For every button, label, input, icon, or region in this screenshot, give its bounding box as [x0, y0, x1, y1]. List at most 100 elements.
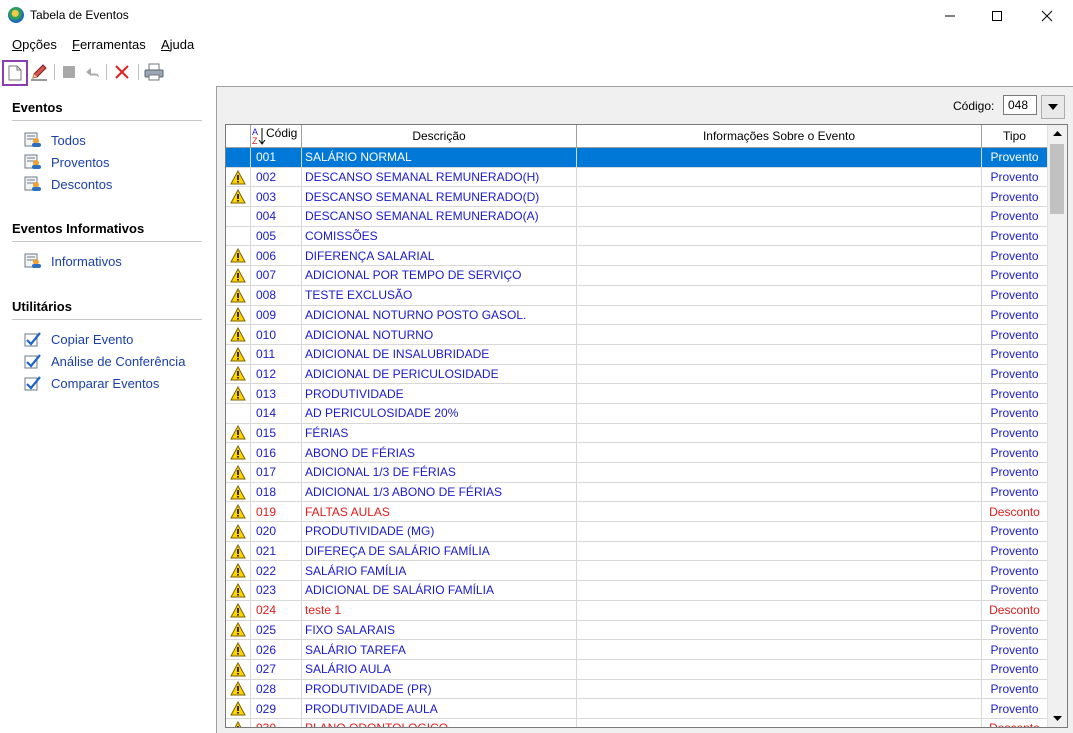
- table-row[interactable]: 008 TESTE EXCLUSÃO Provento: [226, 285, 1048, 306]
- informacoes-cell: [577, 285, 982, 305]
- tipo-cell: Provento: [982, 167, 1048, 187]
- informacoes-cell: [577, 443, 982, 462]
- table-row[interactable]: 029 PRODUTIVIDADE AULA Provento: [226, 699, 1048, 719]
- edit-button[interactable]: [28, 61, 50, 83]
- tipo-cell: Provento: [982, 679, 1048, 699]
- menu-ajuda-mnemonic: A: [161, 37, 170, 52]
- table-body: 001 SALÁRIO NORMAL Provento 002 DESCANSO SEM…: [226, 148, 1048, 727]
- warning-cell: [226, 344, 251, 364]
- tipo-cell: Provento: [982, 482, 1048, 502]
- table-row[interactable]: 025 FIXO SALARAIS Provento: [226, 620, 1048, 641]
- codigo-cell: 009: [251, 305, 302, 325]
- table-row[interactable]: 012 ADICIONAL DE PERICULOSIDADE Provento: [226, 364, 1048, 385]
- table-row[interactable]: 018 ADICIONAL 1/3 ABONO DE FÉRIAS Provento: [226, 482, 1048, 503]
- header-codigo[interactable]: A Z Códig: [251, 125, 302, 147]
- table-row[interactable]: 005 COMISSÕES Provento: [226, 226, 1048, 247]
- tipo-cell: Provento: [982, 246, 1048, 266]
- menu-ferramentas[interactable]: Ferramentas: [72, 37, 146, 52]
- vertical-scrollbar[interactable]: [1047, 125, 1067, 727]
- tipo-cell: Provento: [982, 541, 1048, 561]
- table-row[interactable]: 014 AD PERICULOSIDADE 20% Provento: [226, 403, 1048, 424]
- table-row[interactable]: 027 SALÁRIO AULA Provento: [226, 659, 1048, 680]
- maximize-button[interactable]: [974, 0, 1020, 32]
- tipo-cell: Provento: [982, 522, 1048, 541]
- table-row[interactable]: 015 FÉRIAS Provento: [226, 423, 1048, 444]
- save-button[interactable]: [58, 61, 80, 83]
- descricao-cell: FIXO SALARAIS: [302, 620, 577, 640]
- table-row[interactable]: 001 SALÁRIO NORMAL Provento: [226, 148, 1048, 168]
- warning-cell: [226, 305, 251, 325]
- checkmark-icon: [24, 332, 41, 347]
- table-row[interactable]: 010 ADICIONAL NOTURNO Provento: [226, 325, 1048, 345]
- descricao-cell: DIFEREÇA DE SALÁRIO FAMÍLIA: [302, 541, 577, 561]
- header-informacoes[interactable]: Informações Sobre o Evento: [577, 125, 982, 147]
- sidebar-item-todos[interactable]: Todos: [24, 131, 86, 149]
- informacoes-cell: [577, 482, 982, 502]
- table-row[interactable]: 017 ADICIONAL 1/3 DE FÉRIAS Provento: [226, 463, 1048, 483]
- minimize-button[interactable]: [927, 0, 973, 32]
- table-header: A Z Códig Descrição Informações Sobre o …: [226, 125, 1048, 148]
- scroll-down-button[interactable]: [1048, 710, 1067, 727]
- informacoes-cell: [577, 226, 982, 246]
- tipo-cell: Provento: [982, 620, 1048, 640]
- warning-icon: [230, 366, 246, 381]
- table-row[interactable]: 021 DIFEREÇA DE SALÁRIO FAMÍLIA Provento: [226, 541, 1048, 562]
- sidebar-item-copiar-evento[interactable]: Copiar Evento: [24, 330, 133, 348]
- descricao-cell: PRODUTIVIDADE (MG): [302, 522, 577, 541]
- tipo-cell: Provento: [982, 226, 1048, 246]
- sidebar-item-proventos[interactable]: Proventos: [24, 153, 110, 171]
- header-descricao[interactable]: Descrição: [302, 125, 577, 147]
- scroll-up-button[interactable]: [1048, 125, 1067, 142]
- new-button[interactable]: [2, 60, 28, 86]
- table-row[interactable]: 020 PRODUTIVIDADE (MG) Provento: [226, 522, 1048, 542]
- warning-cell: [226, 718, 251, 727]
- table-row[interactable]: 002 DESCANSO SEMANAL REMUNERADO(H) Provent…: [226, 167, 1048, 188]
- tipo-cell: Provento: [982, 148, 1048, 167]
- table-row[interactable]: 022 SALÁRIO FAMÍLIA Provento: [226, 561, 1048, 582]
- codigo-input[interactable]: [1003, 95, 1037, 115]
- warning-cell: [226, 148, 251, 167]
- table-row[interactable]: 023 ADICIONAL DE SALÁRIO FAMÍLIA Provento: [226, 581, 1048, 601]
- descricao-cell: PRODUTIVIDADE AULA: [302, 699, 577, 718]
- warning-icon: [230, 267, 246, 283]
- table-row[interactable]: 028 PRODUTIVIDADE (PR) Provento: [226, 679, 1048, 700]
- table-row[interactable]: 030PLANO ODONTOLOGICO Desconto: [226, 718, 1048, 727]
- menu-ajuda[interactable]: Ajuda: [161, 37, 194, 52]
- header-tipo[interactable]: Tipo: [982, 125, 1048, 147]
- tipo-cell: Provento: [982, 423, 1048, 443]
- table-row[interactable]: 011 ADICIONAL DE INSALUBRIDADE Provento: [226, 344, 1048, 365]
- close-button[interactable]: [1024, 0, 1070, 32]
- table-row[interactable]: 009 ADICIONAL NOTURNO POSTO GASOL. Provent…: [226, 305, 1048, 326]
- section-divider: [12, 241, 202, 242]
- informacoes-cell: [577, 463, 982, 482]
- codigo-dropdown-button[interactable]: [1041, 95, 1065, 119]
- table-row[interactable]: 007 ADICIONAL POR TEMPO DE SERVIÇO Provent…: [226, 266, 1048, 286]
- undo-button[interactable]: [82, 61, 104, 83]
- informacoes-cell: [577, 620, 982, 640]
- sidebar-item-analise-conferencia[interactable]: Análise de Conferência: [24, 352, 185, 370]
- print-button[interactable]: [143, 61, 165, 83]
- table-row[interactable]: 013 PRODUTIVIDADE Provento: [226, 384, 1048, 404]
- sidebar-item-informativos[interactable]: Informativos: [24, 252, 122, 270]
- tipo-cell: Provento: [982, 403, 1048, 423]
- descricao-cell: FÉRIAS: [302, 423, 577, 443]
- people-list-icon: [24, 253, 41, 268]
- menu-opcoes[interactable]: Opções: [12, 37, 57, 52]
- table-row[interactable]: 026 SALÁRIO TAREFA Provento: [226, 640, 1048, 660]
- toolbar-separator: [138, 64, 139, 80]
- table-row[interactable]: 006 DIFERENÇA SALARIAL Provento: [226, 246, 1048, 267]
- scroll-thumb[interactable]: [1050, 144, 1064, 214]
- table-row[interactable]: 019 FALTAS AULAS Desconto: [226, 502, 1048, 523]
- tipo-cell: Desconto: [982, 718, 1048, 727]
- sidebar-item-descontos[interactable]: Descontos: [24, 175, 112, 193]
- warning-cell: [226, 482, 251, 502]
- sidebar-item-comparar-eventos[interactable]: Comparar Eventos: [24, 374, 159, 392]
- table-row[interactable]: 024 teste 1 Desconto: [226, 600, 1048, 621]
- sort-az-icon: A Z: [252, 127, 266, 146]
- table-row[interactable]: 003 DESCANSO SEMANAL REMUNERADO(D) Provent…: [226, 187, 1048, 208]
- warning-icon: [230, 464, 246, 480]
- delete-button[interactable]: [111, 61, 133, 83]
- tipo-cell: Provento: [982, 207, 1048, 226]
- table-row[interactable]: 004 DESCANSO SEMANAL REMUNERADO(A) Provent…: [226, 207, 1048, 227]
- table-row[interactable]: 016 ABONO DE FÉRIAS Provento: [226, 443, 1048, 463]
